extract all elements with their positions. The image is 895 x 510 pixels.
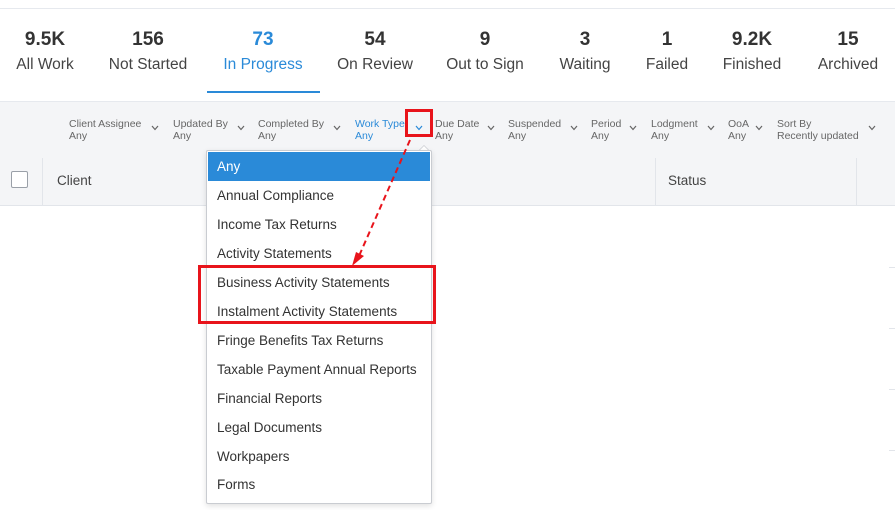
annotation-arrow xyxy=(352,139,411,266)
